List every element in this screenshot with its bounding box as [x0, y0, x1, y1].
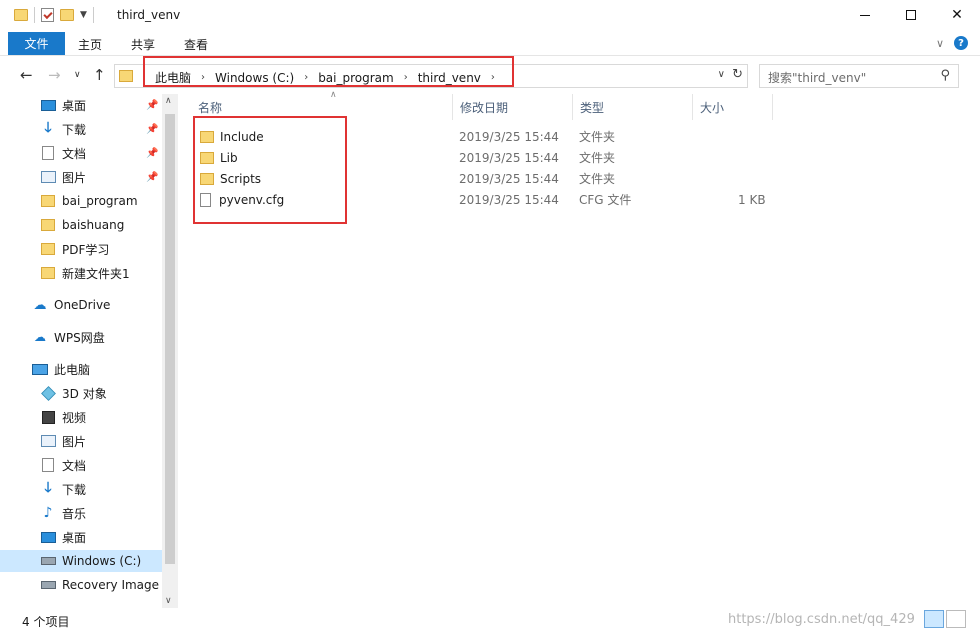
- pin-icon: 📌: [146, 123, 159, 135]
- help-icon[interactable]: ?: [954, 36, 968, 50]
- scrollbar-thumb[interactable]: [165, 114, 175, 564]
- sidebar-item-pc-pictures[interactable]: 图片: [0, 430, 162, 452]
- column-header-modified[interactable]: 修改日期: [452, 94, 572, 120]
- pin-icon: 📌: [146, 147, 159, 159]
- folder-icon: [40, 266, 56, 280]
- sidebar-item-wps[interactable]: ☁ WPS网盘: [0, 326, 162, 348]
- sidebar-item-pc-desktop[interactable]: 桌面: [0, 526, 162, 548]
- document-icon: [40, 458, 56, 472]
- details-view-icon[interactable]: [924, 610, 944, 628]
- 3d-objects-icon: [40, 385, 56, 401]
- sidebar-item-bai-program[interactable]: bai_program: [0, 190, 162, 212]
- download-icon: 🡓: [44, 480, 52, 496]
- folder-icon[interactable]: [14, 9, 28, 21]
- expand-ribbon-chevron-icon[interactable]: ∨: [936, 37, 944, 50]
- drive-icon: [40, 554, 56, 568]
- tab-home[interactable]: 主页: [78, 36, 102, 53]
- large-icons-view-icon[interactable]: [946, 610, 966, 628]
- sidebar-item-desktop[interactable]: 桌面 📌: [0, 94, 162, 116]
- folder-icon: [40, 218, 56, 232]
- column-header-type[interactable]: 类型: [572, 94, 692, 120]
- title-bar: ▼ third_venv ✕: [0, 0, 980, 32]
- sidebar-item-downloads[interactable]: 🡓 下载 📌: [0, 118, 162, 140]
- cloud-outline-icon: ☁: [34, 330, 46, 344]
- folder-icon: [40, 194, 56, 208]
- sidebar-item-baishuang[interactable]: baishuang: [0, 214, 162, 236]
- new-folder-icon[interactable]: [60, 9, 74, 21]
- sidebar-item-music[interactable]: ♪ 音乐: [0, 502, 162, 524]
- search-box[interactable]: 搜索"third_venv" ⚲: [759, 64, 959, 88]
- tab-file[interactable]: 文件: [8, 32, 65, 55]
- recent-locations-chevron-icon[interactable]: ∨: [74, 70, 81, 80]
- picture-icon: [40, 434, 56, 448]
- sidebar-item-windows-c[interactable]: Windows (C:): [0, 550, 162, 572]
- folder-icon: [119, 70, 133, 82]
- sidebar-item-onedrive[interactable]: ☁ OneDrive: [0, 294, 162, 316]
- properties-icon[interactable]: [41, 8, 54, 22]
- computer-icon: [32, 362, 48, 376]
- sidebar-item-documents[interactable]: 文档 📌: [0, 142, 162, 164]
- item-count: 4 个项目: [22, 615, 70, 629]
- sidebar-item-pc-documents[interactable]: 文档: [0, 454, 162, 476]
- up-arrow-icon[interactable]: ↑: [93, 66, 106, 84]
- watermark-text: https://blog.csdn.net/qq_429: [728, 612, 915, 627]
- cloud-icon: ☁: [33, 297, 47, 313]
- tab-share[interactable]: 共享: [131, 36, 155, 53]
- navigation-pane: 桌面 📌 🡓 下载 📌 文档 📌 图片 📌 bai_program baishu…: [0, 94, 178, 608]
- status-bar: 4 个项目 https://blog.csdn.net/qq_429: [0, 608, 980, 639]
- address-highlight-box: [143, 56, 514, 87]
- minimize-button[interactable]: [842, 0, 888, 30]
- minimize-icon: [860, 14, 870, 16]
- close-button[interactable]: ✕: [934, 0, 980, 30]
- back-arrow-icon[interactable]: ←: [20, 66, 33, 84]
- sidebar-item-videos[interactable]: 视频: [0, 406, 162, 428]
- sidebar-item-recovery-image[interactable]: Recovery Image: [0, 574, 162, 596]
- chevron-down-icon[interactable]: ∨: [165, 596, 172, 606]
- music-icon: ♪: [43, 505, 53, 521]
- search-icon[interactable]: ⚲: [940, 68, 950, 83]
- pin-icon: 📌: [146, 171, 159, 183]
- sidebar-item-pdf[interactable]: PDF学习: [0, 238, 162, 260]
- chevron-down-icon[interactable]: ∨: [718, 69, 725, 80]
- sidebar-scrollbar[interactable]: ∧ ∨: [162, 94, 178, 608]
- sort-ascending-icon: ∧: [330, 90, 337, 100]
- forward-arrow-icon[interactable]: →: [48, 66, 61, 84]
- download-icon: 🡓: [44, 120, 52, 136]
- video-icon: [40, 410, 56, 424]
- chevron-up-icon[interactable]: ∧: [165, 96, 172, 106]
- maximize-button[interactable]: [888, 0, 934, 30]
- maximize-icon: [906, 10, 916, 20]
- desktop-icon: [40, 98, 56, 112]
- quick-access-toolbar: ▼: [14, 7, 94, 23]
- document-icon: [40, 146, 56, 160]
- folder-icon: [40, 242, 56, 256]
- sidebar-item-this-pc[interactable]: 此电脑: [0, 358, 162, 380]
- files-highlight-box: [193, 116, 347, 224]
- window-title: third_venv: [117, 8, 181, 22]
- picture-icon: [40, 170, 56, 184]
- pin-icon: 📌: [146, 99, 159, 111]
- ribbon-tabs: 文件 主页 共享 查看 ∨ ?: [0, 32, 980, 56]
- tab-view[interactable]: 查看: [184, 36, 208, 53]
- sidebar-item-pc-downloads[interactable]: 🡓 下载: [0, 478, 162, 500]
- sidebar-item-pictures[interactable]: 图片 📌: [0, 166, 162, 188]
- desktop-icon: [40, 530, 56, 544]
- customize-toolbar-chevron-icon[interactable]: ▼: [80, 10, 87, 20]
- column-header-size[interactable]: 大小: [692, 94, 772, 120]
- search-placeholder: 搜索"third_venv": [768, 71, 867, 85]
- refresh-icon[interactable]: ↻: [732, 67, 743, 82]
- sidebar-item-3d-objects[interactable]: 3D 对象: [0, 382, 162, 404]
- drive-icon: [40, 578, 56, 592]
- sidebar-item-new-folder[interactable]: 新建文件夹1: [0, 262, 162, 284]
